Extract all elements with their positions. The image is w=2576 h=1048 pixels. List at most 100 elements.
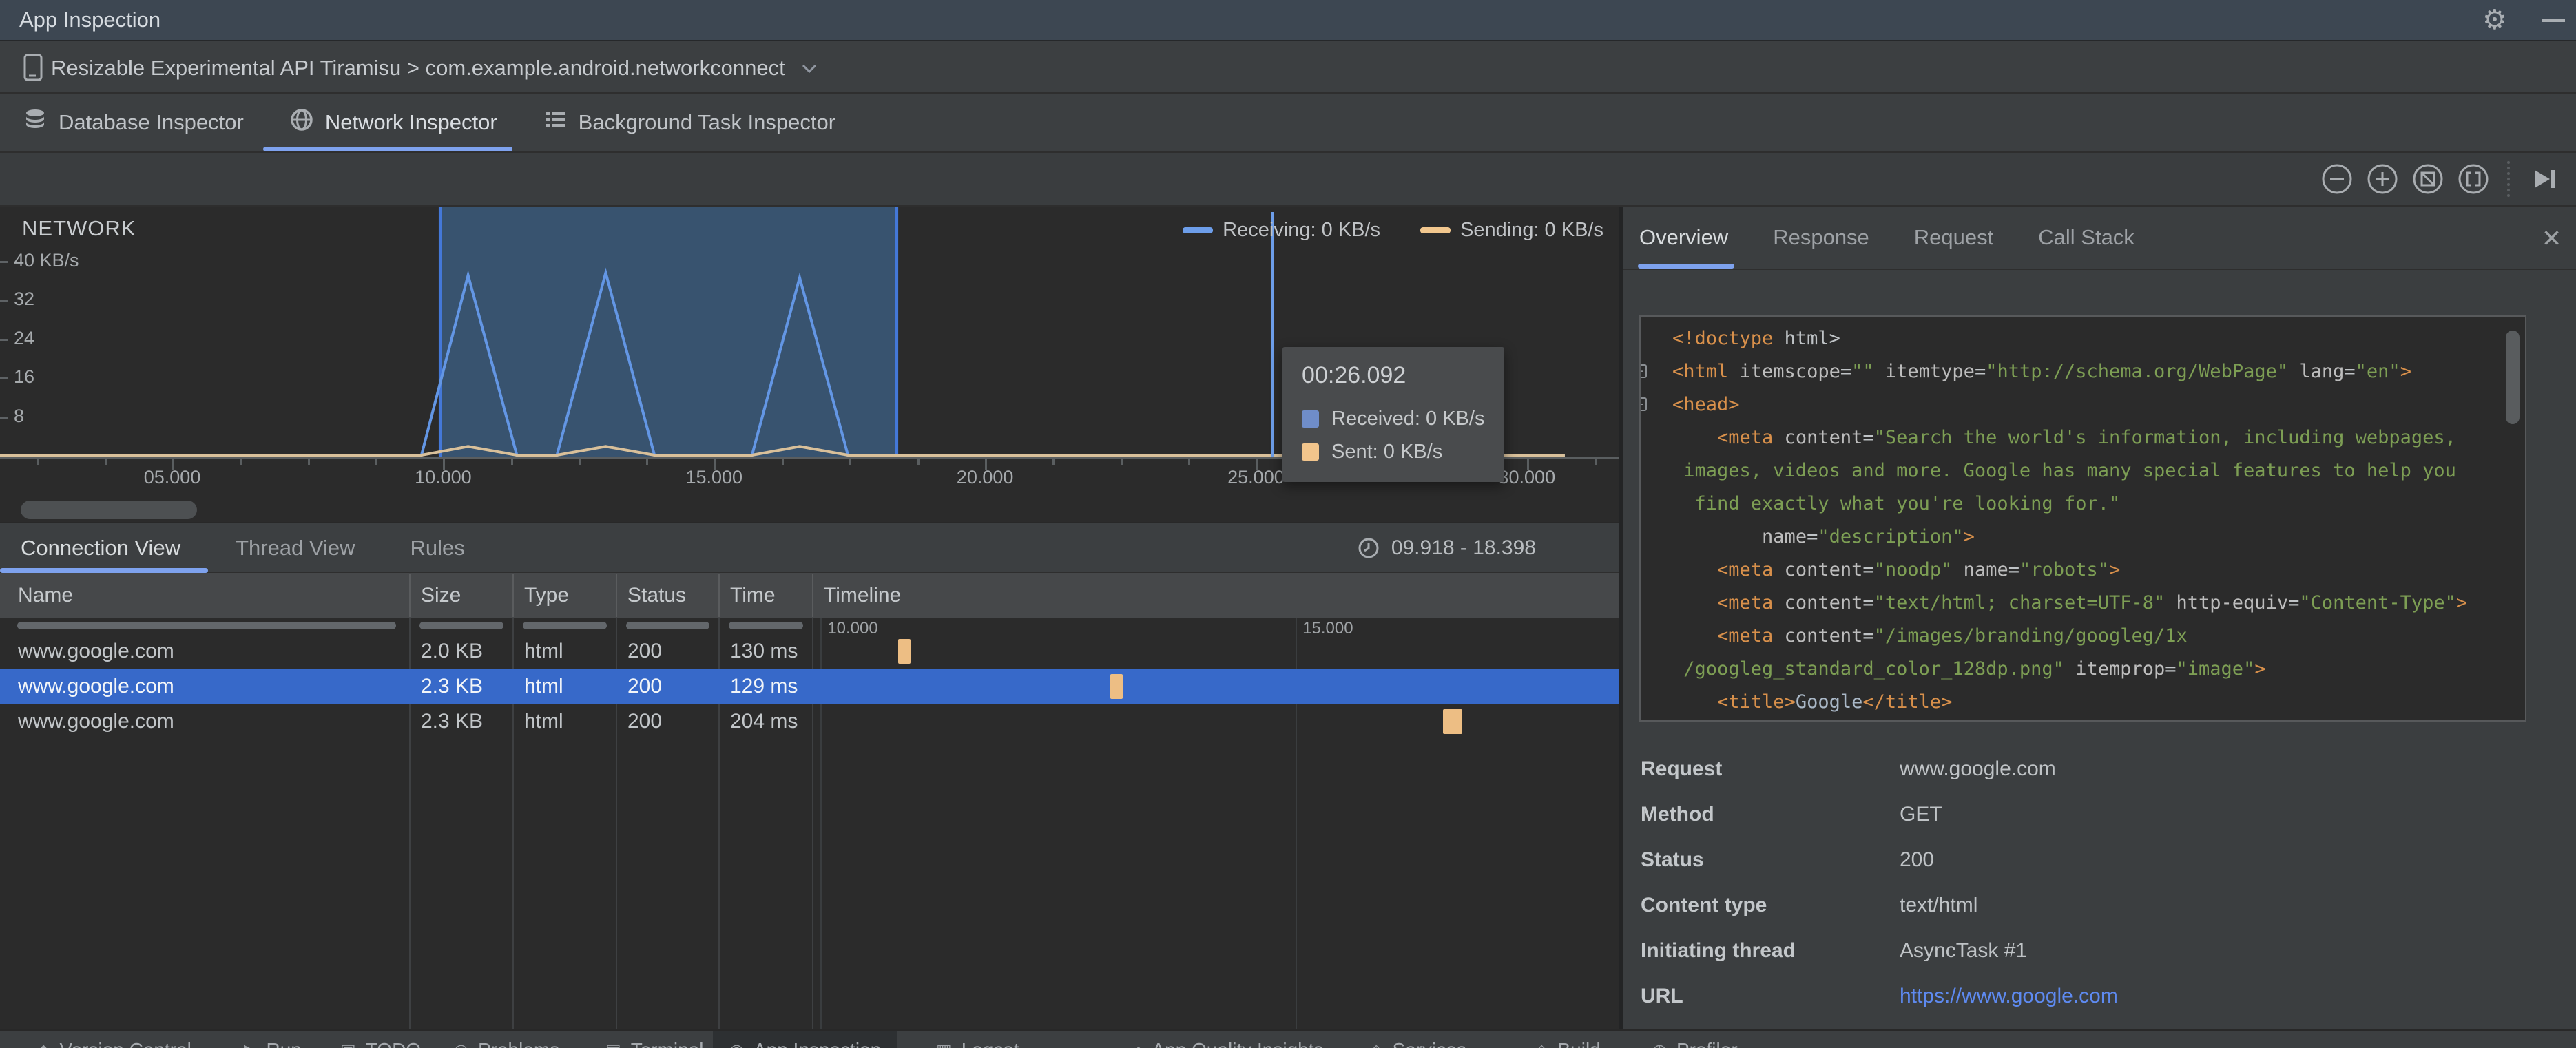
cell-type: html — [524, 640, 563, 662]
column-ruler-pill — [729, 622, 803, 629]
code-scrollbar-thumb[interactable] — [2506, 331, 2520, 424]
app-inspection-icon: ◉ — [729, 1040, 744, 1048]
legend-item: Receiving: 0 KB/s — [1183, 219, 1380, 242]
titlebar: App Inspection ⚙ — [0, 0, 2576, 41]
network-chart[interactable]: NETWORK 40 KB/s 32 24 16 8 Receiving: 0 KB/s… — [0, 207, 1619, 522]
go-live-icon[interactable] — [2526, 162, 2561, 196]
table-row[interactable]: www.google.com 2.3 KB html 200 129 ms — [0, 669, 1619, 704]
cell-name: www.google.com — [18, 675, 174, 698]
chevron-down-icon[interactable] — [800, 63, 818, 74]
tab-database-inspector[interactable]: Database Inspector — [23, 94, 244, 151]
tab-rules[interactable]: Rules — [383, 523, 492, 573]
tool-window-button-problems[interactable]: ◎ Problems — [437, 1031, 576, 1048]
tool-window-button-app-inspection[interactable]: ◉ App Inspection — [713, 1031, 898, 1048]
tab-request[interactable]: Request — [1914, 207, 1993, 269]
tool-window-button-run[interactable]: ▶ Run — [227, 1031, 318, 1048]
logcat-icon: ▥ — [936, 1040, 952, 1048]
tool-window-button-terminal[interactable]: ▤ Terminal — [589, 1031, 720, 1048]
code-line: <meta content="text/html; charset=UTF-8"… — [1717, 592, 2468, 614]
zoom-out-icon[interactable] — [2320, 162, 2354, 196]
close-icon[interactable]: × — [2542, 219, 2561, 256]
sending-legend-icon — [1420, 227, 1451, 233]
x-minor-tick — [1595, 459, 1597, 465]
inspector-tabs-bar: Database Inspector Network Inspector Backg… — [0, 94, 2576, 153]
field-value: AsyncTask #1 — [1900, 939, 2028, 962]
column-header-name[interactable]: Name — [18, 573, 414, 618]
build-icon: ◇ — [1535, 1040, 1548, 1048]
column-ruler-pill — [523, 622, 607, 629]
range-label: 09.918 - 18.398 — [1391, 536, 1536, 559]
tool-window-button-build[interactable]: ◇ Build — [1519, 1031, 1617, 1048]
header-column-separator — [812, 574, 813, 617]
column-header-size[interactable]: Size — [421, 573, 510, 618]
code-fold-icon[interactable]: − — [1641, 364, 1647, 378]
tab-label: Request — [1913, 225, 1994, 249]
field-value: text/html — [1900, 894, 1978, 916]
tab-response[interactable]: Response — [1773, 207, 1869, 269]
chart-scrollbar[interactable] — [21, 501, 197, 519]
tooltip-row: Sent: 0 KB/s — [1302, 441, 1442, 463]
detail-field-row: URL https://www.google.com — [1639, 985, 2535, 1015]
legend-label: Receiving: 0 KB/s — [1223, 219, 1381, 241]
hide-panel-icon[interactable] — [2542, 19, 2565, 22]
tool-window-button-services[interactable]: ◈ Services — [1353, 1031, 1483, 1048]
column-header-status[interactable]: Status — [627, 573, 716, 618]
table-row[interactable]: www.google.com 2.3 KB html 200 204 ms — [0, 704, 1619, 739]
process-selector-bar[interactable]: Resizable Experimental API Tiramisu > co… — [0, 41, 2576, 94]
tool-window-button-app-quality-insights[interactable]: ◔ App Quality Insights — [1116, 1031, 1340, 1048]
zoom-to-selection-icon[interactable] — [2456, 162, 2491, 196]
tab-label: Background Task Inspector — [578, 110, 836, 134]
tab-connection-view[interactable]: Connection View — [0, 523, 209, 573]
column-header-timeline[interactable]: Timeline — [824, 573, 1616, 618]
field-label: Request — [1641, 757, 1723, 780]
code-line: <html itemscope="" itemtype="http://sche… — [1672, 361, 2411, 382]
connection-details-panel: Overview Response Request Call Stack × <!do… — [1623, 207, 2576, 1029]
services-icon: ◈ — [1370, 1040, 1382, 1048]
tooltip-row: Received: 0 KB/s — [1302, 408, 1484, 430]
tab-overview[interactable]: Overview — [1637, 207, 1734, 269]
field-label: Method — [1641, 803, 1714, 826]
detail-field-row: Status 200 — [1639, 848, 2535, 879]
tool-window-label: Run — [266, 1039, 301, 1048]
column-header-time[interactable]: Time — [730, 573, 810, 618]
tool-window-label: Logcat — [962, 1039, 1019, 1048]
cell-status: 200 — [627, 640, 663, 662]
tool-window-label: Version Control — [59, 1039, 191, 1048]
tool-window-label: Problems — [478, 1039, 559, 1048]
x-minor-tick — [579, 459, 581, 465]
tool-window-button-version-control[interactable]: ◆ Version Control — [21, 1031, 208, 1048]
tab-call-stack[interactable]: Call Stack — [2038, 207, 2134, 269]
detail-field-row: Method GET — [1639, 803, 2535, 833]
url-link[interactable]: https://www.google.com — [1900, 985, 2118, 1008]
tab-thread-view[interactable]: Thread View — [208, 523, 382, 573]
cell-status: 200 — [627, 675, 663, 698]
tool-window-button-todo[interactable]: ▣ TODO — [324, 1031, 437, 1048]
code-fold-icon[interactable]: − — [1641, 397, 1647, 411]
cell-name: www.google.com — [18, 640, 174, 662]
cell-time: 130 ms — [730, 640, 798, 662]
column-header-type[interactable]: Type — [524, 573, 614, 618]
table-row[interactable]: www.google.com 2.0 KB html 200 130 ms — [0, 633, 1619, 669]
tool-window-button-profiler[interactable]: ◷ Profiler — [1636, 1031, 1754, 1048]
x-tick-label: 10.000 — [415, 467, 472, 488]
app-inspection-window: App Inspection ⚙ Resizable Experimental … — [0, 0, 2576, 1048]
response-preview-code[interactable]: <!doctype html> <html itemscope="" itemty… — [1639, 315, 2526, 722]
x-minor-tick — [1120, 459, 1123, 465]
settings-gear-icon[interactable]: ⚙ — [2482, 4, 2507, 36]
app-quality-insights-icon: ◔ — [1132, 1040, 1143, 1048]
tab-label: Overview — [1639, 225, 1729, 249]
column-ruler-pill — [626, 622, 709, 629]
tab-network-inspector[interactable]: Network Inspector — [262, 94, 512, 151]
x-minor-tick — [510, 459, 513, 465]
tool-window-button-logcat[interactable]: ▥ Logcat — [920, 1031, 1036, 1048]
reset-zoom-icon[interactable] — [2411, 162, 2445, 196]
x-minor-tick — [240, 459, 242, 465]
x-minor-tick — [646, 459, 649, 465]
terminal-icon: ▤ — [605, 1040, 621, 1048]
tab-background-task-inspector[interactable]: Background Task Inspector — [543, 94, 835, 151]
x-minor-tick — [37, 459, 39, 465]
code-line: /googleg_standard_color_128dp.png" itemp… — [1672, 658, 2266, 680]
zoom-in-icon[interactable] — [2365, 162, 2400, 196]
field-value: www.google.com — [1900, 757, 2056, 780]
code-line: <meta content="Search the world's inform… — [1717, 427, 2456, 448]
